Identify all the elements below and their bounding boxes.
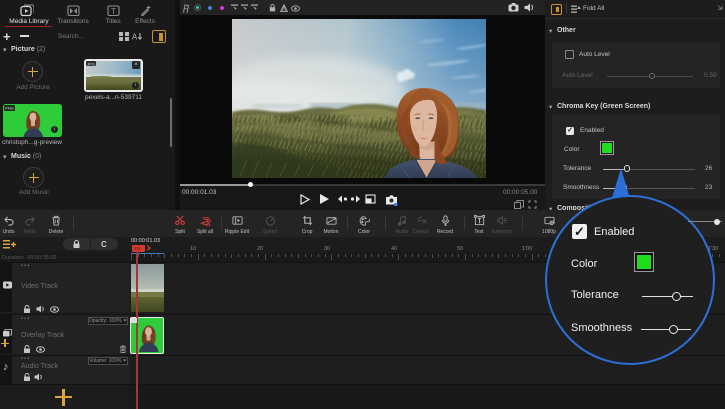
svg-text:T: T — [111, 7, 116, 16]
svg-text:JPG: JPG — [87, 61, 95, 66]
svg-text:PNG: PNG — [5, 105, 14, 110]
svg-text:A: A — [132, 33, 138, 42]
